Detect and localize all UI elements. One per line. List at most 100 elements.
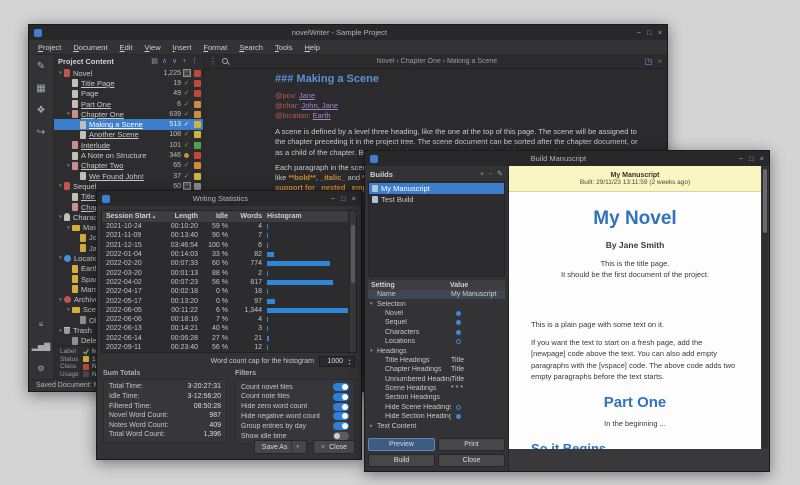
setting-row[interactable]: Novel <box>368 309 505 318</box>
expander-icon[interactable] <box>57 255 64 261</box>
setting-row[interactable]: Chapter Headings Title <box>368 365 505 374</box>
setting-row[interactable]: ▾ Headings <box>368 346 505 355</box>
include-checkbox[interactable] <box>181 100 192 108</box>
column-words[interactable]: Words <box>228 213 262 220</box>
novel-tree-icon[interactable]: ❖ <box>37 106 46 116</box>
scrollbar-thumb[interactable] <box>351 225 355 283</box>
scrollbar-thumb[interactable] <box>763 169 767 233</box>
build-titlebar[interactable]: Build Manuscript −□× <box>365 151 769 166</box>
add-build-icon[interactable]: + <box>480 170 484 178</box>
tree-row[interactable]: Chapter One 639 <box>54 109 203 119</box>
menu-item[interactable]: Format <box>197 41 233 54</box>
include-checkbox[interactable] <box>181 110 192 118</box>
save-as-button[interactable]: Save As ▾ <box>254 440 307 454</box>
window-control-button[interactable]: × <box>760 155 764 163</box>
build-list-item[interactable]: My Manuscript <box>369 183 504 194</box>
maximize-document-icon[interactable]: ◳ <box>645 58 653 66</box>
menu-item[interactable]: Project <box>32 41 67 54</box>
setting-row[interactable]: Title Headings Title <box>368 356 505 365</box>
stats-titlebar[interactable]: Writing Statistics −□× <box>97 191 361 206</box>
window-control-button[interactable]: □ <box>647 29 652 37</box>
move-up-icon[interactable]: ∧ <box>160 57 169 66</box>
expander-icon[interactable] <box>65 111 72 117</box>
column-histogram[interactable]: Histogram <box>262 213 348 220</box>
expander-icon[interactable] <box>57 183 64 189</box>
setting-row[interactable]: Locations <box>368 337 505 346</box>
include-checkbox[interactable] <box>181 121 192 129</box>
menu-item[interactable]: Tools <box>269 41 299 54</box>
tree-row[interactable]: Chapter Two 65 <box>54 161 203 171</box>
window-control-button[interactable]: □ <box>749 155 754 163</box>
menu-item[interactable]: Insert <box>167 41 198 54</box>
edit-document-icon[interactable]: ✎ <box>37 62 45 72</box>
column-idle[interactable]: Idle <box>198 213 228 220</box>
menu-item[interactable]: Search <box>233 41 269 54</box>
include-checkbox[interactable] <box>181 90 192 98</box>
doc-menu-icon[interactable]: ⋮ <box>209 58 217 66</box>
tree-row[interactable]: Another Scene 108 <box>54 130 203 140</box>
window-control-button[interactable]: × <box>352 195 356 203</box>
table-scrollbar[interactable] <box>349 211 356 352</box>
tree-row[interactable]: We Found John! 37 <box>54 171 203 181</box>
expand-arrow-icon[interactable]: ▾ <box>370 348 377 354</box>
setting-row[interactable]: Characters <box>368 328 505 337</box>
tree-row[interactable]: Page 49 <box>54 89 203 99</box>
filter-toggle[interactable] <box>333 403 349 411</box>
move-down-icon[interactable]: ∨ <box>170 57 179 66</box>
build-list-item[interactable]: Test Build <box>369 194 504 205</box>
setting-row[interactable]: Sequel <box>368 318 505 327</box>
expander-icon[interactable] <box>65 307 72 313</box>
include-checkbox[interactable] <box>181 141 192 149</box>
close-button[interactable]: × Close <box>313 440 355 454</box>
menu-item[interactable]: Help <box>298 41 325 54</box>
build-action-button[interactable]: Close <box>438 454 505 467</box>
expander-icon[interactable] <box>57 328 64 334</box>
writing-stats-icon[interactable]: ▂▅▇ <box>32 342 50 352</box>
tree-row[interactable]: Novel 1,225 <box>54 68 203 78</box>
filter-toggle[interactable] <box>333 422 349 430</box>
expand-arrow-icon[interactable]: ▾ <box>370 301 377 307</box>
build-action-button[interactable]: Preview <box>368 438 435 451</box>
setting-row[interactable]: Hide Section Headings <box>368 412 505 421</box>
tree-row[interactable]: Title Page 19 <box>54 78 203 88</box>
setting-row[interactable]: ▸ Text Content <box>368 421 505 430</box>
include-checkbox[interactable] <box>181 79 192 87</box>
spin-down-icon[interactable]: ▾ <box>348 362 350 366</box>
filter-toggle[interactable] <box>333 432 349 440</box>
include-checkbox[interactable] <box>181 162 192 170</box>
quick-view-icon[interactable]: ▤ <box>150 57 159 66</box>
dropdown-caret-icon[interactable]: ▾ <box>291 441 299 453</box>
setting-row[interactable]: Hide Scene Headings <box>368 403 505 412</box>
expander-icon[interactable] <box>57 70 64 76</box>
setting-row[interactable]: Section Headings <box>368 393 505 402</box>
column-session-start[interactable]: Session Start▴ <box>102 213 154 220</box>
cap-value[interactable]: 1000 <box>320 358 345 365</box>
window-control-button[interactable]: − <box>637 29 641 37</box>
filter-toggle[interactable] <box>333 393 349 401</box>
window-control-button[interactable]: − <box>739 155 743 163</box>
add-icon[interactable]: + <box>180 57 189 66</box>
outline-icon[interactable]: ≡ <box>39 320 44 330</box>
tree-row[interactable]: A Note on Structure 346 <box>54 150 203 160</box>
tree-row[interactable]: Part One 6 <box>54 99 203 109</box>
setting-row[interactable]: Scene Headings * * * <box>368 384 505 393</box>
include-checkbox[interactable] <box>181 172 192 180</box>
filter-toggle[interactable] <box>333 412 349 420</box>
expander-icon[interactable] <box>57 297 64 303</box>
settings-icon[interactable]: ⚙ <box>37 364 44 374</box>
preview-scrollbar[interactable] <box>762 167 768 448</box>
main-titlebar[interactable]: novelWriter - Sample Project −□× <box>29 25 667 40</box>
close-document-icon[interactable]: × <box>657 58 662 66</box>
build-action-button[interactable]: Print <box>438 438 505 451</box>
menu-item[interactable]: Edit <box>114 41 139 54</box>
column-length[interactable]: Length <box>154 213 198 220</box>
setting-row[interactable]: Name My Manuscript <box>368 290 505 299</box>
expander-icon[interactable] <box>57 214 64 220</box>
include-checkbox[interactable] <box>181 152 192 160</box>
export-icon[interactable]: ↪ <box>37 128 45 138</box>
expander-icon[interactable] <box>65 225 72 231</box>
window-control-button[interactable]: × <box>658 29 662 37</box>
tree-row[interactable]: Making a Scene 513 <box>54 119 203 129</box>
cap-spinbox[interactable]: 1000 ▴▾ <box>319 356 355 367</box>
tree-row[interactable]: Interlude 101 <box>54 140 203 150</box>
